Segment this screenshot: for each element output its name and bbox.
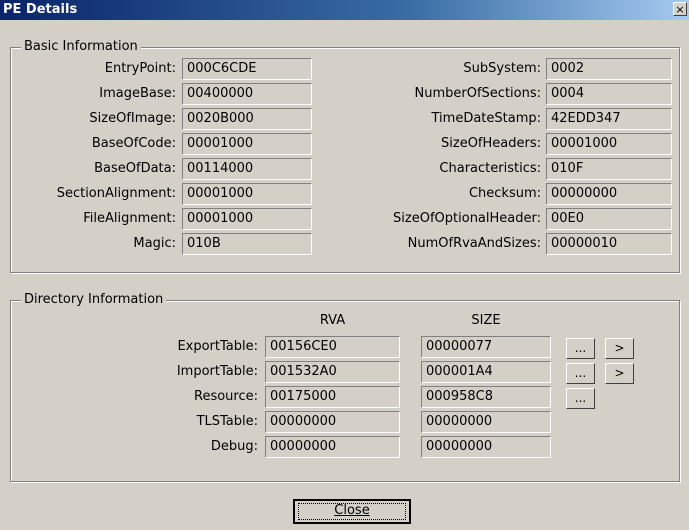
basic-left-value[interactable]: 010B xyxy=(182,233,312,255)
basic-left-value[interactable]: 00114000 xyxy=(182,158,312,180)
directory-rva-value[interactable]: 00175000 xyxy=(265,386,400,408)
basic-left-label: SectionAlignment: xyxy=(56,186,176,201)
basic-right-label: SizeOfOptionalHeader: xyxy=(393,211,541,226)
open-button[interactable]: > xyxy=(605,363,634,384)
basic-left-label: EntryPoint: xyxy=(104,61,176,76)
basic-right-value[interactable]: 0004 xyxy=(546,83,672,105)
directory-row-label: ExportTable: xyxy=(177,339,258,354)
directory-row-label: ImportTable: xyxy=(176,364,258,379)
details-button[interactable]: ... xyxy=(566,338,595,359)
basic-right-label: SizeOfHeaders: xyxy=(441,136,541,151)
close-button-label: Close xyxy=(334,503,370,518)
directory-rva-value[interactable]: 00000000 xyxy=(265,436,400,458)
basic-right-label: NumberOfSections: xyxy=(414,86,541,101)
basic-information-legend: Basic Information xyxy=(21,39,141,54)
basic-right-label: NumOfRvaAndSizes: xyxy=(407,236,541,251)
basic-left-label: FileAlignment: xyxy=(83,211,176,226)
basic-left-label: SizeOfImage: xyxy=(89,111,176,126)
directory-rva-value[interactable]: 00000000 xyxy=(265,411,400,433)
directory-information-legend: Directory Information xyxy=(21,292,167,307)
basic-left-value[interactable]: 00001000 xyxy=(182,133,312,155)
directory-size-value[interactable]: 00000000 xyxy=(421,436,551,458)
basic-left-value[interactable]: 0020B000 xyxy=(182,108,312,130)
basic-right-value[interactable]: 00000000 xyxy=(546,183,672,205)
directory-size-value[interactable]: 000001A4 xyxy=(421,361,551,383)
directory-rva-value[interactable]: 001532A0 xyxy=(265,361,400,383)
directory-row-label: TLSTable: xyxy=(196,414,258,429)
basic-right-label: SubSystem: xyxy=(463,61,541,76)
directory-size-value[interactable]: 00000000 xyxy=(421,411,551,433)
window-title: PE Details xyxy=(3,2,78,17)
size-column-header: SIZE xyxy=(471,313,501,328)
details-button[interactable]: ... xyxy=(566,388,595,409)
directory-row-label: Debug: xyxy=(210,439,258,454)
basic-right-value[interactable]: 42EDD347 xyxy=(546,108,672,130)
basic-right-value[interactable]: 00001000 xyxy=(546,133,672,155)
basic-right-value[interactable]: 010F xyxy=(546,158,672,180)
basic-right-label: TimeDateStamp: xyxy=(431,111,542,126)
basic-left-value[interactable]: 00400000 xyxy=(182,83,312,105)
basic-right-label: Characteristics: xyxy=(439,161,541,176)
rva-column-header: RVA xyxy=(319,313,346,328)
basic-left-label: Magic: xyxy=(133,236,176,251)
basic-left-label: ImageBase: xyxy=(99,86,176,101)
directory-rva-value[interactable]: 00156CE0 xyxy=(265,336,400,358)
directory-size-value[interactable]: 000958C8 xyxy=(421,386,551,408)
details-button[interactable]: ... xyxy=(566,363,595,384)
directory-row-label: Resource: xyxy=(194,389,258,404)
close-button[interactable]: Close xyxy=(293,499,411,524)
directory-size-value[interactable]: 00000077 xyxy=(421,336,551,358)
basic-left-value[interactable]: 00001000 xyxy=(182,183,312,205)
basic-left-label: BaseOfData: xyxy=(94,161,176,176)
basic-right-value[interactable]: 00000010 xyxy=(546,233,672,255)
basic-left-label: BaseOfCode: xyxy=(91,136,176,151)
basic-left-value[interactable]: 00001000 xyxy=(182,208,312,230)
title-bar: PE Details × xyxy=(0,0,689,20)
basic-right-label: Checksum: xyxy=(468,186,541,201)
basic-right-value[interactable]: 0002 xyxy=(546,58,672,80)
open-button[interactable]: > xyxy=(605,338,634,359)
basic-right-value[interactable]: 00E0 xyxy=(546,208,672,230)
close-window-icon[interactable]: × xyxy=(673,2,687,16)
basic-left-value[interactable]: 000C6CDE xyxy=(182,58,312,80)
